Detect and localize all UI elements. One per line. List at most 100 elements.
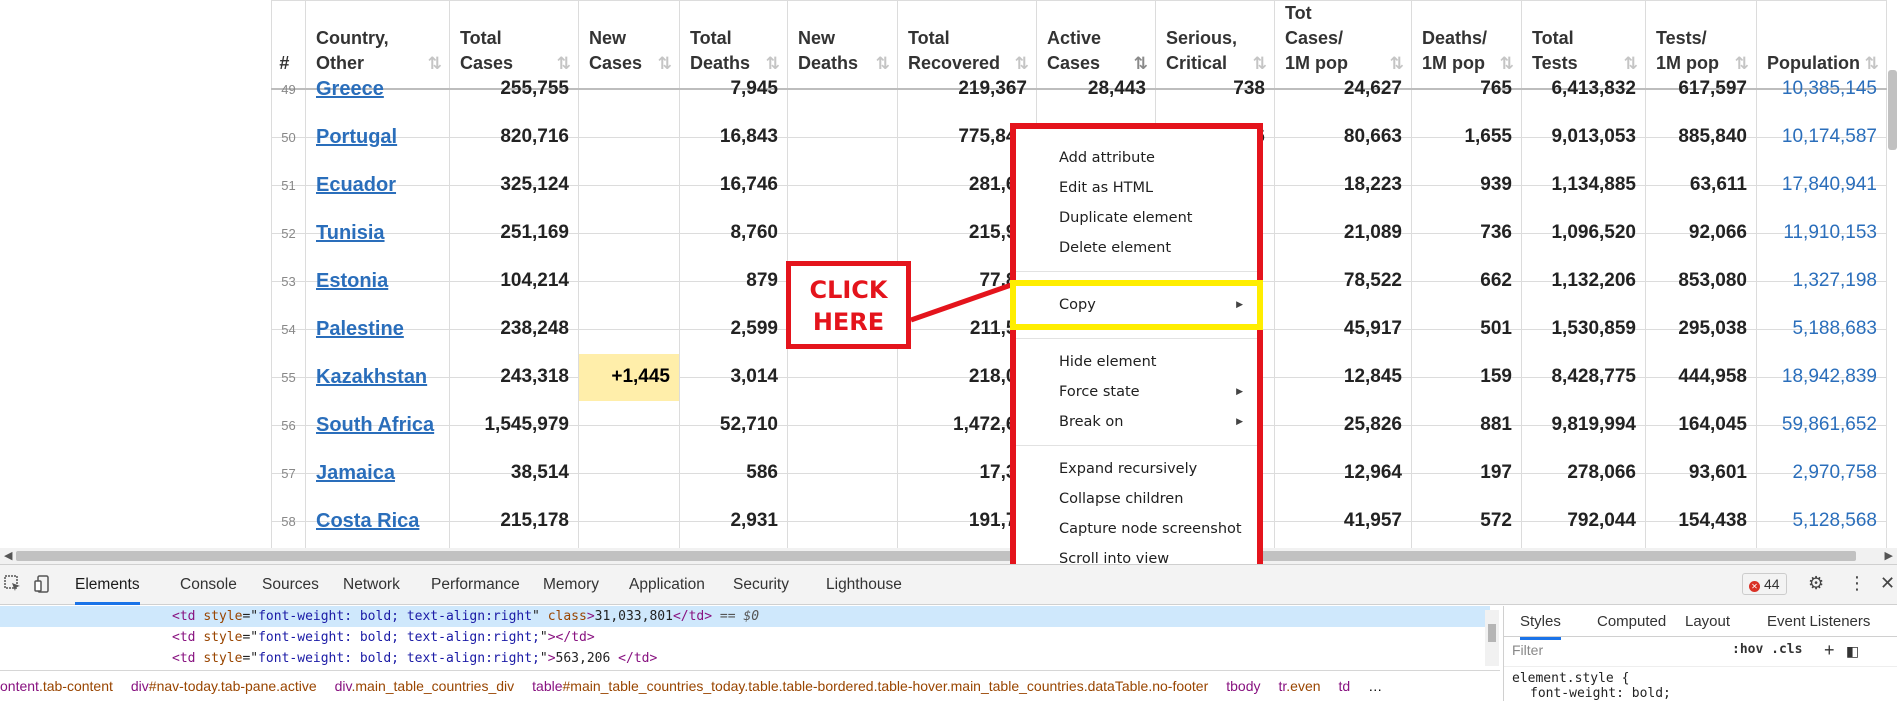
cell-recovered: 219,367: [897, 64, 1037, 114]
cell-cases-1m: 25,826: [1274, 400, 1412, 450]
elements-dom-tree[interactable]: <td style="font-weight: bold; text-align…: [0, 606, 1490, 668]
cell-rank: 53: [271, 256, 306, 306]
devtools-tab-console[interactable]: Console: [180, 565, 237, 605]
country-link[interactable]: Tunisia: [316, 222, 385, 244]
country-link[interactable]: Greece: [316, 78, 384, 100]
devtools-tab-network[interactable]: Network: [343, 565, 400, 605]
menu-item-expand-recursively[interactable]: Expand recursively: [1016, 454, 1257, 484]
horizontal-scrollbar[interactable]: ◀ ▶: [0, 548, 1897, 564]
scroll-right-arrow-icon[interactable]: ▶: [1885, 549, 1893, 562]
toggle-computed-sidebar-icon[interactable]: ◧: [1846, 643, 1859, 660]
country-link[interactable]: Estonia: [316, 270, 388, 292]
menu-item-force-state[interactable]: Force state ▶: [1016, 377, 1257, 407]
cell-country: Portugal: [305, 112, 450, 162]
dom-tree-scrollbar[interactable]: [1485, 610, 1499, 666]
cell-country: Tunisia: [305, 208, 450, 258]
country-link[interactable]: Jamaica: [316, 462, 395, 484]
cell-tests-1m: 295,038: [1645, 304, 1757, 354]
menu-item-capture-node-screenshot[interactable]: Capture node screenshot: [1016, 514, 1257, 544]
breadcrumb-item[interactable]: div#nav-today.tab-pane.active: [131, 678, 317, 694]
styles-tab-layout[interactable]: Layout: [1685, 606, 1730, 637]
element-style-rule[interactable]: element.style { font-weight: bold;: [1504, 667, 1897, 705]
country-link[interactable]: South Africa: [316, 414, 434, 436]
cell-tests: 1,132,206: [1521, 256, 1646, 306]
menu-item-label: Delete element: [1059, 240, 1172, 256]
settings-gear-icon[interactable]: ⚙: [1808, 573, 1824, 594]
devtools-tab-application[interactable]: Application: [629, 565, 705, 605]
menu-item-break-on[interactable]: Break on ▶: [1016, 407, 1257, 437]
styles-tab-computed[interactable]: Computed: [1597, 606, 1666, 637]
error-count-badge[interactable]: ✕ 44: [1742, 573, 1787, 595]
cell-total-cases: 38,514: [449, 448, 579, 498]
breadcrumb-tag: ontent: [0, 678, 39, 694]
breadcrumb-item[interactable]: tbody: [1226, 678, 1260, 694]
tag-name: td: [179, 609, 196, 624]
breadcrumb-tag: tbody: [1226, 678, 1261, 694]
country-link[interactable]: Kazakhstan: [316, 366, 427, 388]
web-page-viewport: # Country, Other ⇅ Total Cases ⇅ New Cases ⇅ To…: [0, 0, 1897, 548]
menu-item-add-attribute[interactable]: Add attribute: [1016, 143, 1257, 173]
dom-node-line[interactable]: <td style="font-weight: bold; text-align…: [0, 627, 1490, 648]
cell-country: Ecuador: [305, 160, 450, 210]
device-toolbar-icon[interactable]: [34, 575, 52, 593]
styles-tab-styles[interactable]: Styles: [1520, 606, 1561, 640]
menu-separator: [1016, 271, 1257, 272]
styles-tab-event-listeners[interactable]: Event Listeners: [1767, 606, 1870, 637]
cell-cases-1m: 12,964: [1274, 448, 1412, 498]
breadcrumb-item[interactable]: tr.even: [1279, 678, 1321, 694]
dom-node-line[interactable]: <td style="font-weight: bold; text-align…: [0, 606, 1490, 627]
cell-cases-1m: 18,223: [1274, 160, 1412, 210]
breadcrumb-item[interactable]: ontent.tab-content: [0, 678, 113, 694]
menu-item-label: Expand recursively: [1059, 461, 1198, 477]
page-vertical-scrollbar-thumb[interactable]: [1888, 70, 1897, 150]
cell-rank: 56: [271, 400, 306, 450]
breadcrumb-selector: #nav-today.tab-pane.active: [148, 678, 317, 694]
cell-new-cases: [578, 400, 680, 450]
scroll-left-arrow-icon[interactable]: ◀: [4, 549, 12, 562]
cell-tests: 1,530,859: [1521, 304, 1646, 354]
devtools-tab-performance[interactable]: Performance: [431, 565, 520, 605]
hov-cls-toggles[interactable]: :hov .cls: [1732, 642, 1802, 657]
devtools-tab-memory[interactable]: Memory: [543, 565, 599, 605]
menu-separator: [1016, 445, 1257, 446]
cell-new-deaths: [787, 112, 898, 162]
breadcrumb-item[interactable]: div.main_table_countries_div: [335, 678, 515, 694]
inspect-element-icon[interactable]: [4, 575, 22, 593]
cell-tests: 9,819,994: [1521, 400, 1646, 450]
cell-total-cases: 255,755: [449, 64, 579, 114]
country-link[interactable]: Palestine: [316, 318, 404, 340]
menu-item-duplicate-element[interactable]: Duplicate element: [1016, 203, 1257, 233]
cell-deaths-1m: 765: [1411, 64, 1522, 114]
devtools-tab-elements[interactable]: Elements: [75, 565, 140, 605]
menu-item-hide-element[interactable]: Hide element: [1016, 347, 1257, 377]
menu-item-delete-element[interactable]: Delete element: [1016, 233, 1257, 263]
breadcrumb-overflow[interactable]: …: [1368, 678, 1382, 694]
cell-population: 10,174,587: [1756, 112, 1887, 162]
table-row[interactable]: 49 Greece 255,755 7,945 219,367 28,443 738 24,6…: [271, 64, 1887, 114]
dom-tree-scrollbar-thumb[interactable]: [1488, 624, 1496, 642]
style-rule-property[interactable]: font-weight: bold;: [1512, 686, 1889, 701]
menu-item-copy[interactable]: Copy ▶: [1010, 280, 1263, 330]
devtools-tab-lighthouse[interactable]: Lighthouse: [826, 565, 902, 605]
cell-population: 10,385,145: [1756, 64, 1887, 114]
cell-tests-1m: 164,045: [1645, 400, 1757, 450]
devtools-tab-sources[interactable]: Sources: [262, 565, 319, 605]
breadcrumb-item[interactable]: table#main_table_countries_today.table.t…: [532, 678, 1208, 694]
callout-line-2: HERE: [812, 308, 885, 336]
breadcrumb-item[interactable]: td: [1339, 678, 1351, 694]
country-link[interactable]: Costa Rica: [316, 510, 419, 532]
country-link[interactable]: Ecuador: [316, 174, 396, 196]
close-devtools-icon[interactable]: ✕: [1880, 573, 1895, 594]
more-options-icon[interactable]: ⋮: [1848, 573, 1866, 594]
menu-item-edit-as-html[interactable]: Edit as HTML: [1016, 173, 1257, 203]
dom-node-line[interactable]: <td style="font-weight: bold; text-align…: [0, 648, 1490, 668]
devtools-tab-security[interactable]: Security: [733, 565, 789, 605]
horizontal-scrollbar-thumb[interactable]: [16, 551, 1856, 561]
styles-filter-input[interactable]: Filter: [1512, 642, 1543, 658]
new-style-rule-icon[interactable]: +: [1824, 640, 1835, 661]
cell-tests-1m: 92,066: [1645, 208, 1757, 258]
cell-tests: 9,013,053: [1521, 112, 1646, 162]
country-link[interactable]: Portugal: [316, 126, 397, 148]
breadcrumb-tag: table: [532, 678, 563, 694]
menu-item-collapse-children[interactable]: Collapse children: [1016, 484, 1257, 514]
